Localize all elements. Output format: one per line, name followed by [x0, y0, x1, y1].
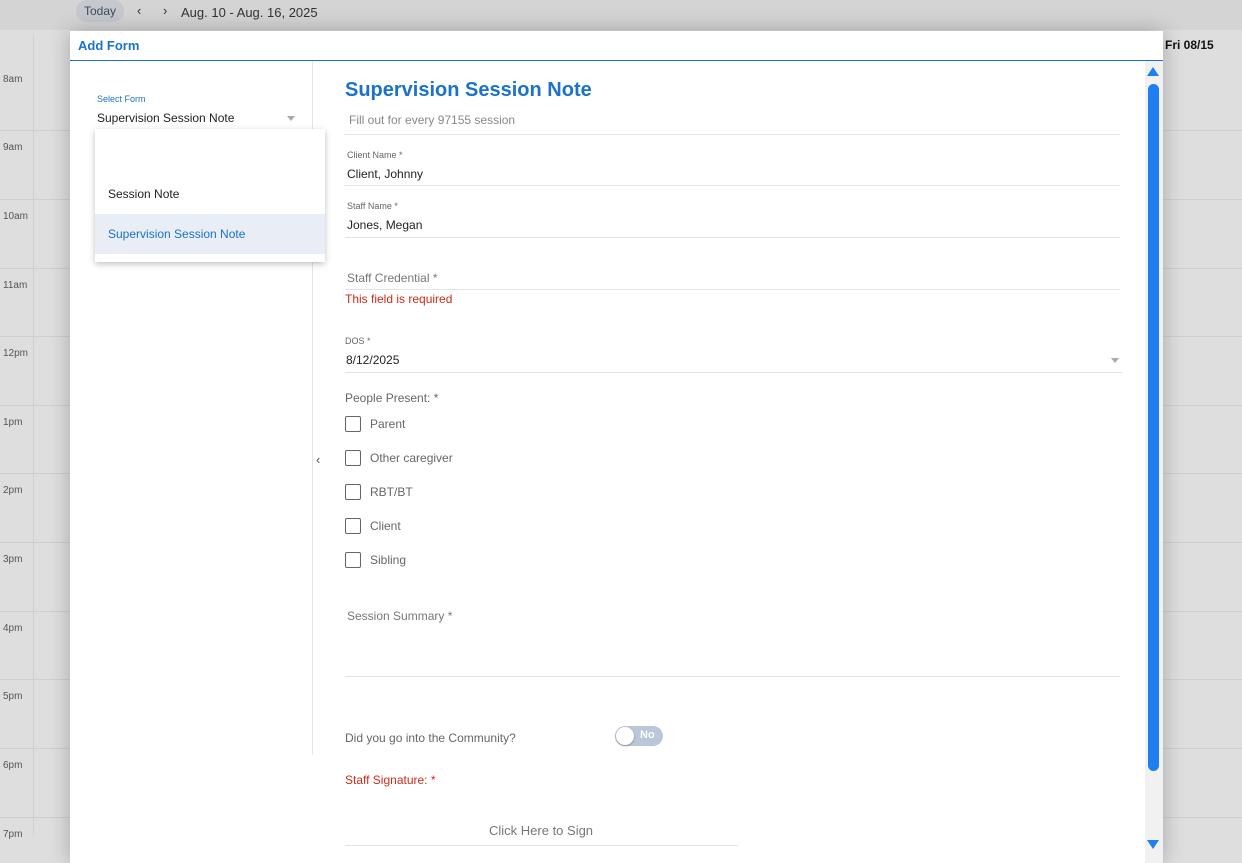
input-underline [345, 676, 1120, 677]
toggle-knob [616, 727, 634, 745]
form-subtitle: Fill out for every 97155 session [349, 113, 516, 127]
day-header-fri: Fri 08/15 [1165, 38, 1214, 52]
checkbox-box[interactable] [345, 450, 361, 466]
toggle-text: No [640, 729, 655, 741]
input-underline [345, 289, 1120, 290]
signature-underline [345, 845, 738, 846]
community-toggle[interactable]: No [615, 726, 663, 746]
chevron-down-icon[interactable] [1111, 358, 1119, 363]
time-label: 10am [3, 211, 29, 222]
time-label: 8am [3, 74, 23, 85]
collapse-chevron-icon[interactable]: ‹ [316, 452, 320, 467]
time-label: 4pm [3, 623, 23, 634]
select-form-dropdown: Session Note Supervision Session Note [95, 129, 325, 262]
checkbox-sibling[interactable]: Sibling [345, 552, 406, 568]
staff-name-input[interactable]: Jones, Megan [347, 218, 422, 232]
chevron-right-icon[interactable]: › [163, 3, 167, 18]
staff-signature-label: Staff Signature: * [345, 773, 436, 787]
session-summary-input[interactable]: Session Summary * [347, 609, 452, 623]
dos-label: DOS * [345, 336, 371, 346]
staff-credential-input[interactable]: Staff Credential * [347, 271, 438, 285]
staff-name-label: Staff Name * [347, 201, 398, 211]
checkbox-client[interactable]: Client [345, 518, 401, 534]
select-form-label: Select Form [97, 94, 146, 104]
checkbox-label: RBT/BT [370, 485, 413, 499]
checkbox-label: Sibling [370, 553, 407, 567]
chevron-left-icon[interactable]: ‹ [137, 3, 141, 18]
input-underline [345, 372, 1122, 373]
checkbox-rbt-bt[interactable]: RBT/BT [345, 484, 413, 500]
people-present-label: People Present: * [345, 391, 439, 405]
time-label: 2pm [3, 485, 23, 496]
modal-header: Add Form [70, 31, 1163, 61]
checkbox-box[interactable] [345, 416, 361, 432]
checkbox-label: Parent [370, 417, 406, 431]
scroll-down-arrow-icon[interactable] [1147, 840, 1159, 849]
time-label: 3pm [3, 554, 23, 565]
checkbox-parent[interactable]: Parent [345, 416, 405, 432]
checkbox-label: Other caregiver [370, 451, 453, 465]
calendar-toolbar: Today ‹ › Aug. 10 - Aug. 16, 2025 [0, 0, 1242, 30]
client-name-input[interactable]: Client, Johnny [347, 167, 423, 181]
add-form-modal: Add Form Select Form Supervision Session… [70, 31, 1163, 863]
date-range: Aug. 10 - Aug. 16, 2025 [181, 5, 318, 20]
scrollbar[interactable] [1145, 61, 1163, 863]
input-underline [345, 185, 1120, 186]
community-label: Did you go into the Community? [345, 731, 516, 745]
checkbox-box[interactable] [345, 552, 361, 568]
time-label: 11am [3, 280, 28, 291]
time-column [0, 35, 34, 835]
today-button[interactable]: Today [76, 0, 124, 22]
time-label: 1pm [3, 417, 23, 428]
time-label: 12pm [3, 348, 29, 359]
dos-input[interactable]: 8/12/2025 [346, 353, 399, 367]
time-label: 9am [3, 142, 23, 153]
chevron-down-icon[interactable] [287, 116, 295, 121]
click-to-sign-button[interactable]: Click Here to Sign [489, 823, 593, 838]
input-underline [345, 237, 1120, 238]
client-name-label: Client Name * [347, 150, 403, 160]
time-label: 6pm [3, 760, 23, 771]
form-title: Supervision Session Note [345, 79, 592, 101]
divider [345, 134, 1120, 135]
checkbox-box[interactable] [345, 518, 361, 534]
dropdown-option-supervision-session-note[interactable]: Supervision Session Note [95, 214, 325, 254]
checkbox-other-caregiver[interactable]: Other caregiver [345, 450, 453, 466]
credential-error: This field is required [345, 292, 453, 306]
time-label: 5pm [3, 691, 23, 702]
time-label: 7pm [3, 829, 23, 840]
dropdown-option-session-note[interactable]: Session Note [95, 174, 325, 214]
select-form-input[interactable]: Supervision Session Note [97, 111, 234, 125]
checkbox-label: Client [370, 519, 401, 533]
modal-title: Add Form [78, 38, 140, 53]
scroll-up-arrow-icon[interactable] [1147, 67, 1159, 76]
checkbox-box[interactable] [345, 484, 361, 500]
scrollbar-thumb[interactable] [1148, 84, 1159, 771]
